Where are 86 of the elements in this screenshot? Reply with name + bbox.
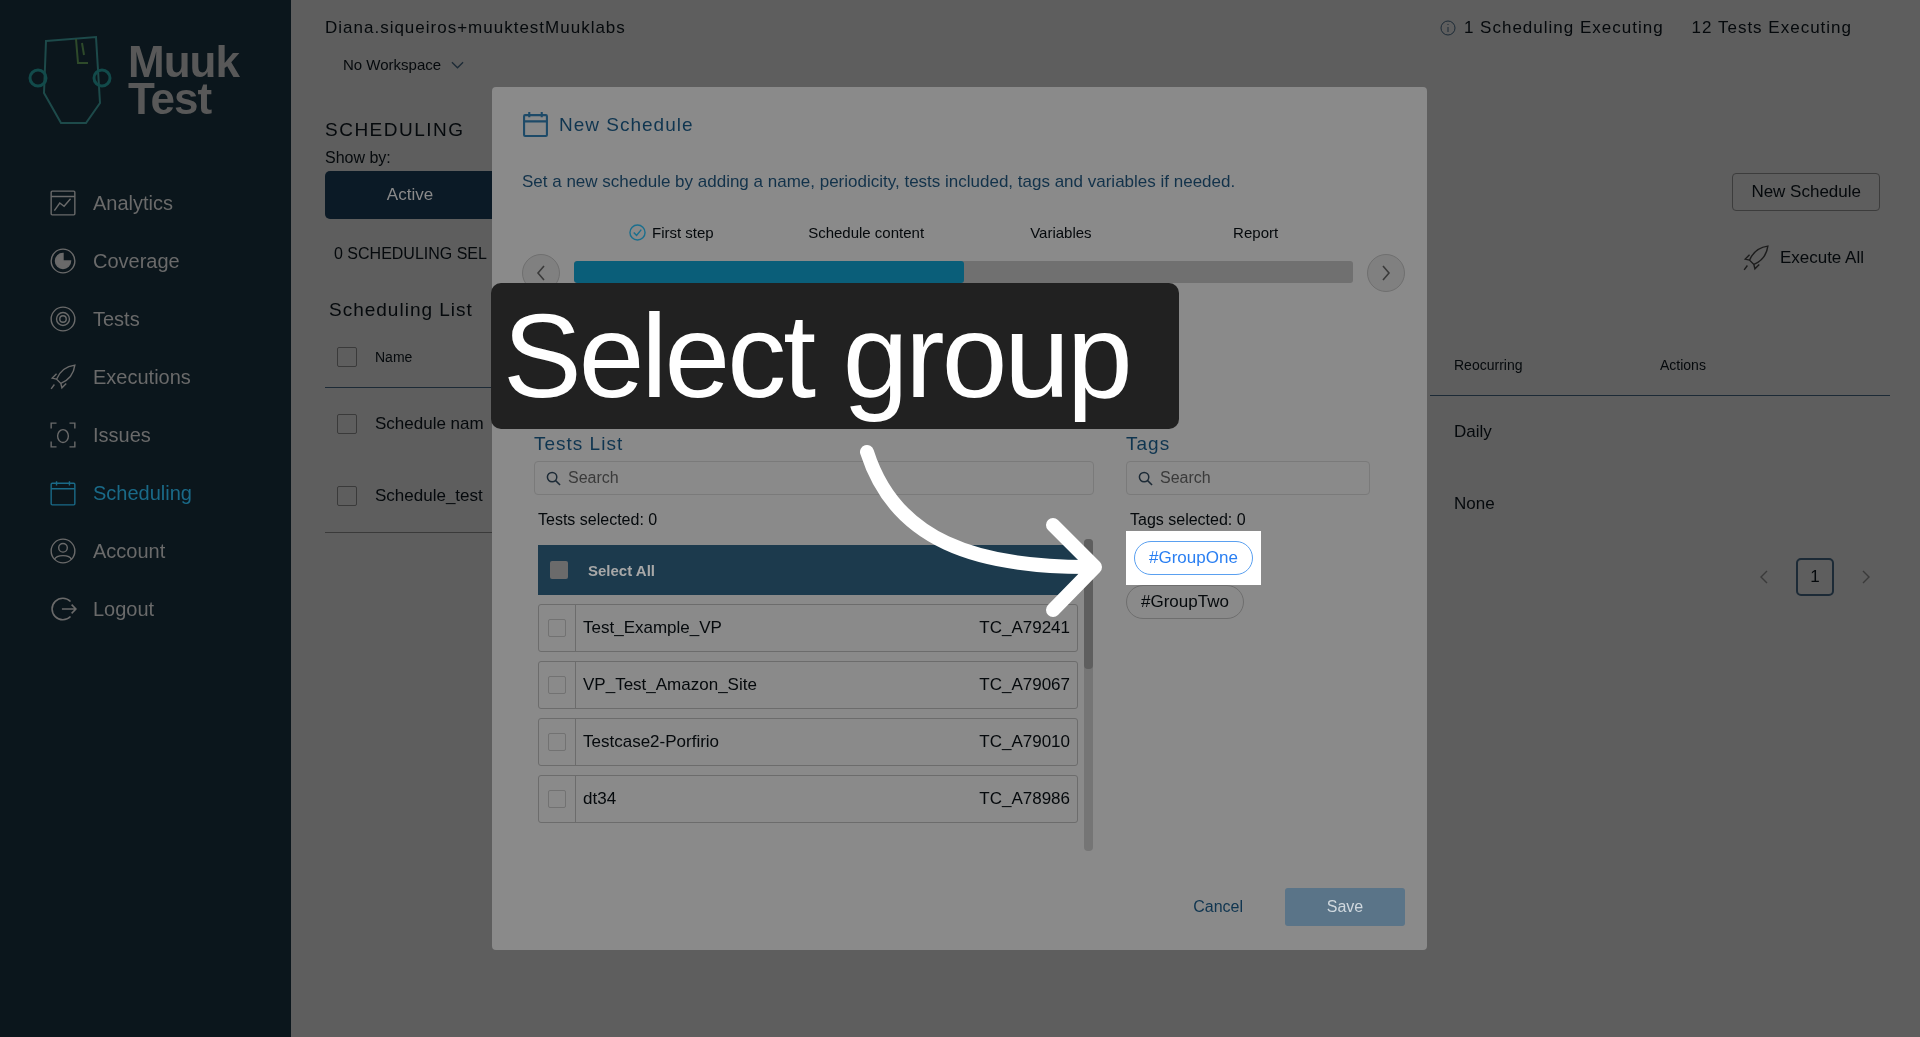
sidebar-item[interactable]: Executions <box>49 358 191 396</box>
new-schedule-button[interactable]: New Schedule <box>1732 173 1880 211</box>
step-label[interactable]: Schedule content <box>808 224 925 241</box>
checkbox[interactable] <box>550 561 568 579</box>
logo-text: Test <box>128 80 212 118</box>
dialog-description: Set a new schedule by adding a name, periodicity, tests included, tags and variables if needed. <box>522 172 1237 192</box>
execute-all-button[interactable]: Execute All <box>1735 243 1870 273</box>
page-button[interactable]: 1 <box>1796 558 1834 596</box>
caption-overlay: Select group <box>491 283 1179 429</box>
bug-icon <box>49 421 77 449</box>
checkbox[interactable] <box>548 619 566 637</box>
checkbox[interactable] <box>337 347 357 367</box>
test-code: TC_A79241 <box>979 618 1071 638</box>
logout-icon <box>49 595 77 623</box>
chevron-right-icon[interactable] <box>1862 570 1870 584</box>
cancel-button[interactable]: Cancel <box>1187 897 1249 917</box>
checkbox[interactable] <box>548 733 566 751</box>
table-cell: None <box>1454 494 1495 514</box>
workspace-dropdown[interactable]: No Workspace <box>343 56 465 73</box>
test-name: Test_Example_VP <box>582 618 723 638</box>
logo-text: Muuk <box>128 42 239 80</box>
filter-button[interactable]: Active <box>325 171 495 219</box>
info-icon <box>1439 20 1456 36</box>
checkbox[interactable] <box>337 486 357 506</box>
test-name: VP_Test_Amazon_Site <box>582 675 758 695</box>
search-field[interactable]: Search <box>1126 461 1370 495</box>
selected-count: Tags selected: 0 <box>1130 511 1247 529</box>
calendar-icon <box>522 111 549 138</box>
sidebar-item[interactable]: Coverage <box>49 242 180 280</box>
sidebar-item[interactable]: Analytics <box>49 184 174 222</box>
search-field[interactable]: Search <box>534 461 1094 495</box>
table-cell: Daily <box>1454 422 1492 442</box>
user-icon <box>49 537 77 565</box>
step-label[interactable]: Report <box>1233 224 1279 241</box>
step-label[interactable]: Variables <box>1030 224 1092 241</box>
chevron-right-icon <box>1381 265 1391 281</box>
chart-icon <box>49 189 77 217</box>
filter-label: Show by: <box>325 149 392 167</box>
test-name: Testcase2-Porfirio <box>582 732 721 752</box>
sidebar-item[interactable]: Scheduling <box>49 474 192 512</box>
rocket-icon <box>1741 244 1770 272</box>
test-name: dt34 <box>582 789 618 809</box>
sidebar-item[interactable]: Logout <box>49 590 155 628</box>
status-text: 12 Tests Executing <box>1691 18 1852 38</box>
select-all-label: Select All <box>588 561 655 579</box>
column-header: Actions <box>1660 357 1706 373</box>
user-name: Diana.siqueiros+muuktestMuuklabs <box>325 18 626 38</box>
search-icon <box>1138 471 1153 486</box>
select-all-row[interactable]: Select All <box>538 545 1078 595</box>
checkbox[interactable] <box>548 676 566 694</box>
checkbox[interactable] <box>337 414 357 434</box>
calendar-icon <box>49 479 77 507</box>
column-header: Reocurring <box>1454 357 1524 373</box>
test-row[interactable]: Test_Example_VP TC_A79241 <box>538 604 1078 652</box>
checkbox[interactable] <box>548 790 566 808</box>
sidebar-item[interactable]: Issues <box>49 416 151 454</box>
table-cell: Schedule nam <box>375 414 484 434</box>
chevron-down-icon <box>451 60 465 69</box>
pie-icon <box>49 247 77 275</box>
table-cell: Schedule_test <box>375 486 483 506</box>
test-row[interactable]: dt34 TC_A78986 <box>538 775 1078 823</box>
chevron-left-icon <box>536 265 546 281</box>
sidebar-item[interactable]: Account <box>49 532 166 570</box>
chevron-left-icon[interactable] <box>1760 570 1768 584</box>
check-circle-icon <box>629 224 647 241</box>
step-label[interactable]: First step <box>629 224 714 241</box>
column-header: Name <box>375 349 413 365</box>
list-title: Scheduling List <box>328 299 474 321</box>
test-code: TC_A78986 <box>979 789 1071 809</box>
test-code: TC_A79010 <box>979 732 1071 752</box>
rocket-icon <box>49 363 77 391</box>
search-icon <box>546 471 561 486</box>
section-title: Tests List <box>534 433 625 455</box>
page-title: SCHEDULING <box>325 119 466 141</box>
test-code: TC_A79067 <box>979 675 1071 695</box>
status-text: 1 Scheduling Executing <box>1463 18 1664 38</box>
dialog-title: New Schedule <box>559 113 694 136</box>
selected-count: Tests selected: 0 <box>538 511 659 529</box>
test-row[interactable]: VP_Test_Amazon_Site TC_A79067 <box>538 661 1078 709</box>
tag-chip[interactable]: #GroupOne <box>1134 541 1253 575</box>
scrollbar[interactable] <box>1084 539 1093 851</box>
section-title: Tags <box>1126 433 1172 455</box>
test-row[interactable]: Testcase2-Porfirio TC_A79010 <box>538 718 1078 766</box>
sidebar-item[interactable]: Tests <box>49 300 140 338</box>
next-button[interactable] <box>1367 254 1405 292</box>
selection-count: 0 SCHEDULING SEL <box>333 245 488 263</box>
